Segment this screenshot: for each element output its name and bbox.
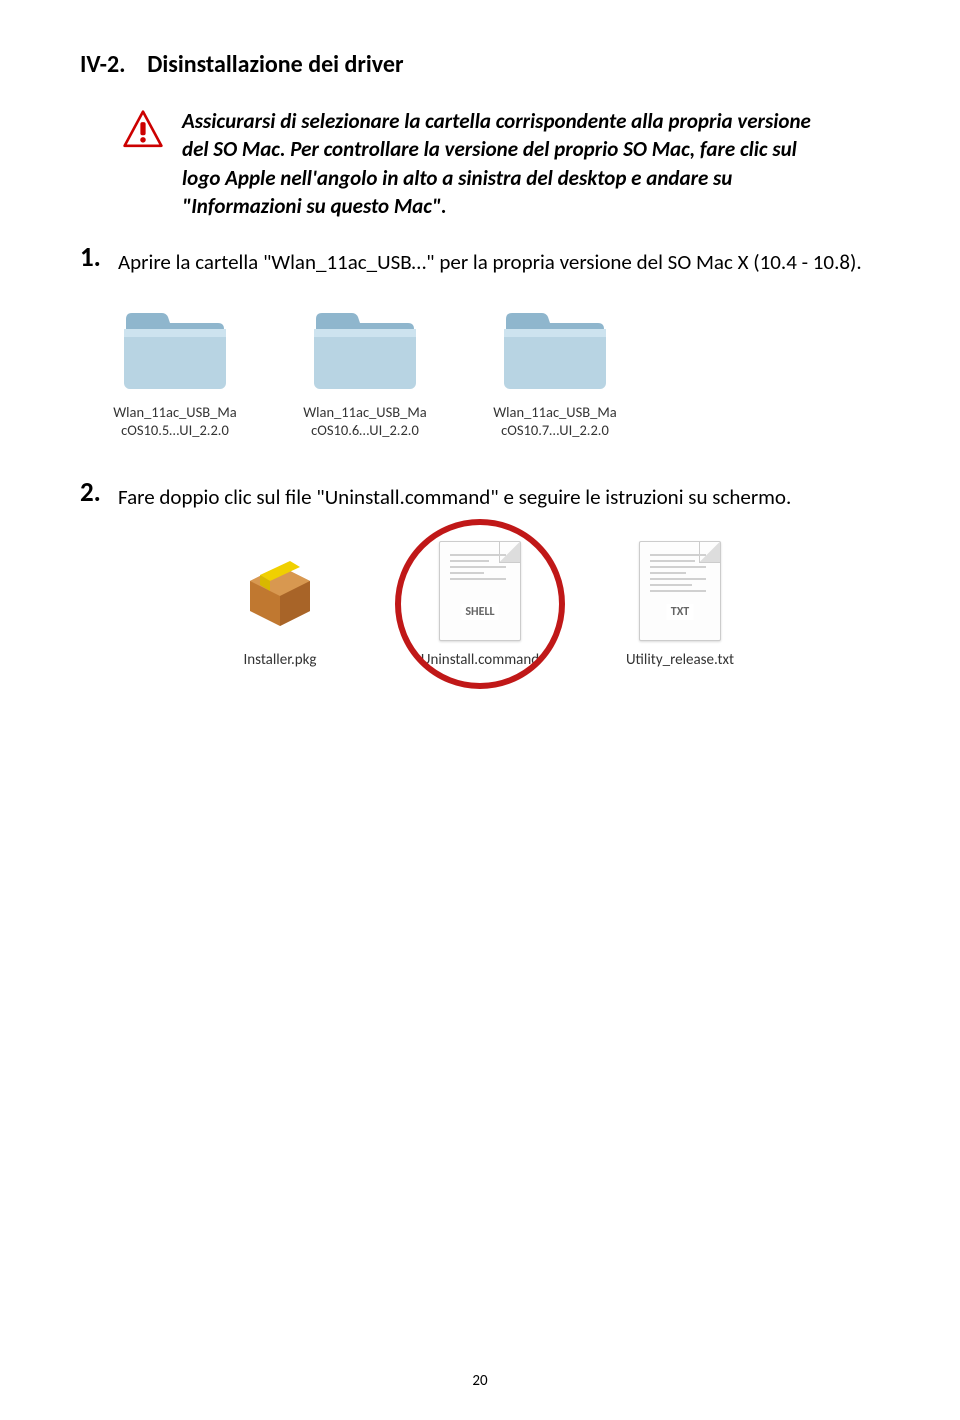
file-label: Uninstall.command [421,651,539,669]
step-1-text: Aprire la cartella "Wlan_11ac_USB…" per … [118,244,862,276]
folder-label: Wlan_11ac_USB_MacOS10.7…UI_2.2.0 [493,403,616,439]
file-item-installer: Installer.pkg [195,541,365,669]
folder-label: Wlan_11ac_USB_MacOS10.6…UI_2.2.0 [303,403,426,439]
files-row: Installer.pkg SHELL Uninstall.command TX… [80,541,880,669]
page-number: 20 [0,1372,960,1390]
txt-document-icon: TXT [639,541,721,641]
step-2-text: Fare doppio clic sul file "Uninstall.com… [118,479,791,511]
section-heading: IV-2. Disinstallazione dei driver [80,50,880,79]
warning-icon [122,109,164,151]
doc-badge-txt: TXT [667,604,694,620]
folder-icon [310,307,420,395]
file-label: Installer.pkg [243,651,316,669]
warning-text: Assicurarsi di selezionare la cartella c… [182,107,822,220]
folder-item: Wlan_11ac_USB_MacOS10.6…UI_2.2.0 [290,307,440,439]
folder-label: Wlan_11ac_USB_MacOS10.5…UI_2.2.0 [113,403,236,439]
folder-item: Wlan_11ac_USB_MacOS10.7…UI_2.2.0 [480,307,630,439]
file-item-utility: TXT Utility_release.txt [595,541,765,669]
file-label: Utility_release.txt [626,651,734,669]
folder-icon [120,307,230,395]
step-1: 1. Aprire la cartella "Wlan_11ac_USB…" p… [80,244,880,276]
folders-row: Wlan_11ac_USB_MacOS10.5…UI_2.2.0 Wlan_11… [100,307,880,439]
doc-badge-shell: SHELL [461,604,498,620]
warning-block: Assicurarsi di selezionare la cartella c… [80,107,880,220]
section-number: IV-2. [80,50,126,79]
package-icon [230,541,330,641]
section-title: Disinstallazione dei driver [147,50,403,79]
file-item-uninstall: SHELL Uninstall.command [395,541,565,669]
step-1-number: 1. [80,244,108,271]
folder-item: Wlan_11ac_USB_MacOS10.5…UI_2.2.0 [100,307,250,439]
step-2: 2. Fare doppio clic sul file "Uninstall.… [80,479,880,511]
folder-icon [500,307,610,395]
shell-document-icon: SHELL [439,541,521,641]
step-2-number: 2. [80,479,108,506]
